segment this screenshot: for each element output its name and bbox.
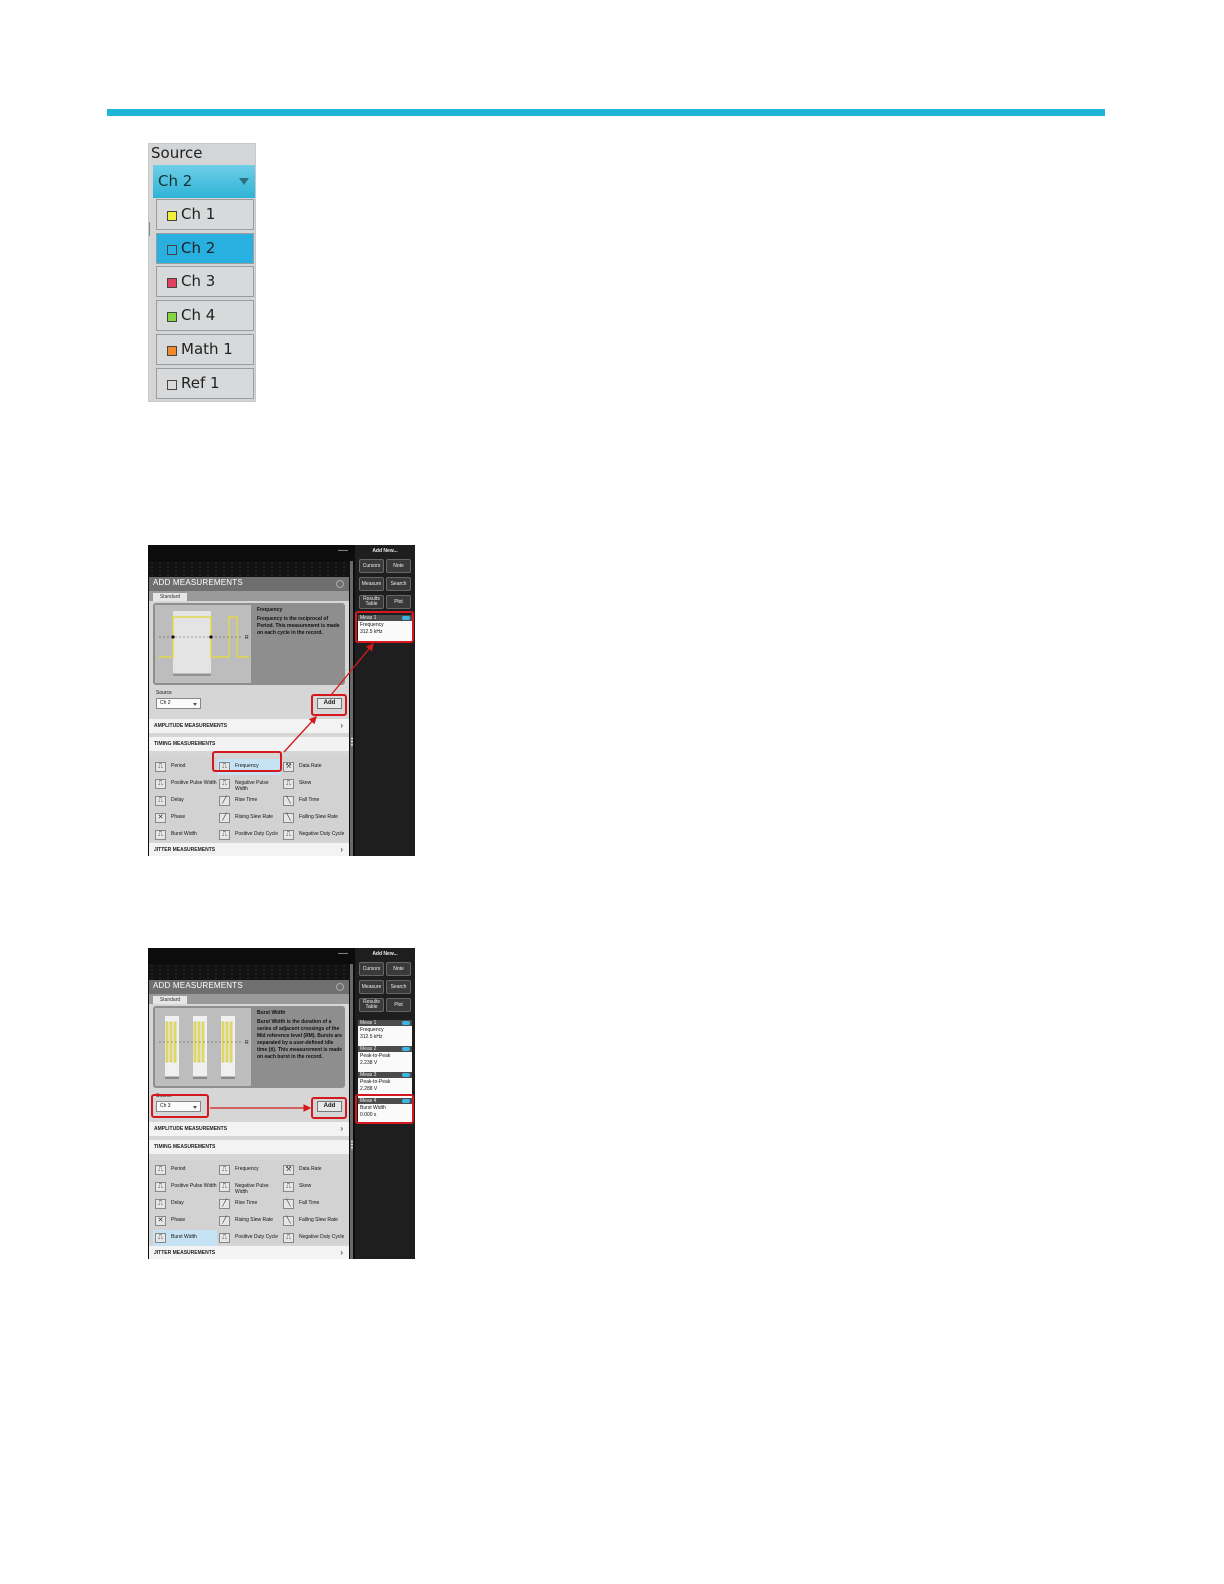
channel-color-swatch — [167, 245, 177, 255]
source-option-ch-4[interactable]: Ch 4 — [156, 300, 254, 331]
source-option-label: Ch 4 — [181, 306, 216, 324]
chevron-down-icon — [239, 178, 249, 185]
highlight-add-button — [311, 694, 347, 716]
source-option-label: Ch 3 — [181, 272, 216, 290]
annotation-arrow — [330, 642, 374, 696]
source-dropdown-figure: Source Ch 2 Ch 1 Ch 2 Ch 3 Ch 4 Math 1 Ref 1 — [148, 143, 256, 402]
highlight-source-select — [151, 1094, 209, 1118]
source-option-label: Ref 1 — [181, 374, 220, 392]
source-option-math-1[interactable]: Math 1 — [156, 334, 254, 365]
channel-color-swatch — [167, 211, 177, 221]
channel-color-swatch — [167, 312, 177, 322]
header-accent-bar — [107, 109, 1105, 116]
source-option-ch-2[interactable]: Ch 2 — [156, 233, 254, 264]
highlight-frequency — [212, 751, 282, 772]
annotation-overlay — [151, 1094, 414, 1124]
highlight-meas-1-badge — [355, 611, 414, 643]
source-select[interactable]: Ch 2 — [153, 165, 255, 198]
source-option-label: Ch 2 — [181, 239, 216, 257]
annotation-arrow — [283, 716, 317, 753]
source-title: Source — [151, 144, 203, 162]
channel-color-swatch — [167, 346, 177, 356]
source-select-value: Ch 2 — [158, 172, 193, 190]
source-option-label: Ch 1 — [181, 205, 216, 223]
highlight-meas-4-badge — [355, 1094, 414, 1124]
source-option-ch-3[interactable]: Ch 3 — [156, 266, 254, 297]
source-option-label: Math 1 — [181, 340, 233, 358]
source-option-ref-1[interactable]: Ref 1 — [156, 368, 254, 399]
add-measurements-screen-frequency: — ADD MEASUREMENTS Standard R Frequency Frequ… — [148, 545, 415, 856]
annotation-overlay — [212, 611, 414, 772]
channel-color-swatch — [167, 380, 177, 390]
add-measurements-screen-burst-width: — ADD MEASUREMENTS Standard R Burst Width Bur… — [148, 948, 415, 1259]
highlight-add-button — [311, 1097, 347, 1119]
source-option-ch-1[interactable]: Ch 1 — [156, 199, 254, 230]
channel-color-swatch — [167, 278, 177, 288]
